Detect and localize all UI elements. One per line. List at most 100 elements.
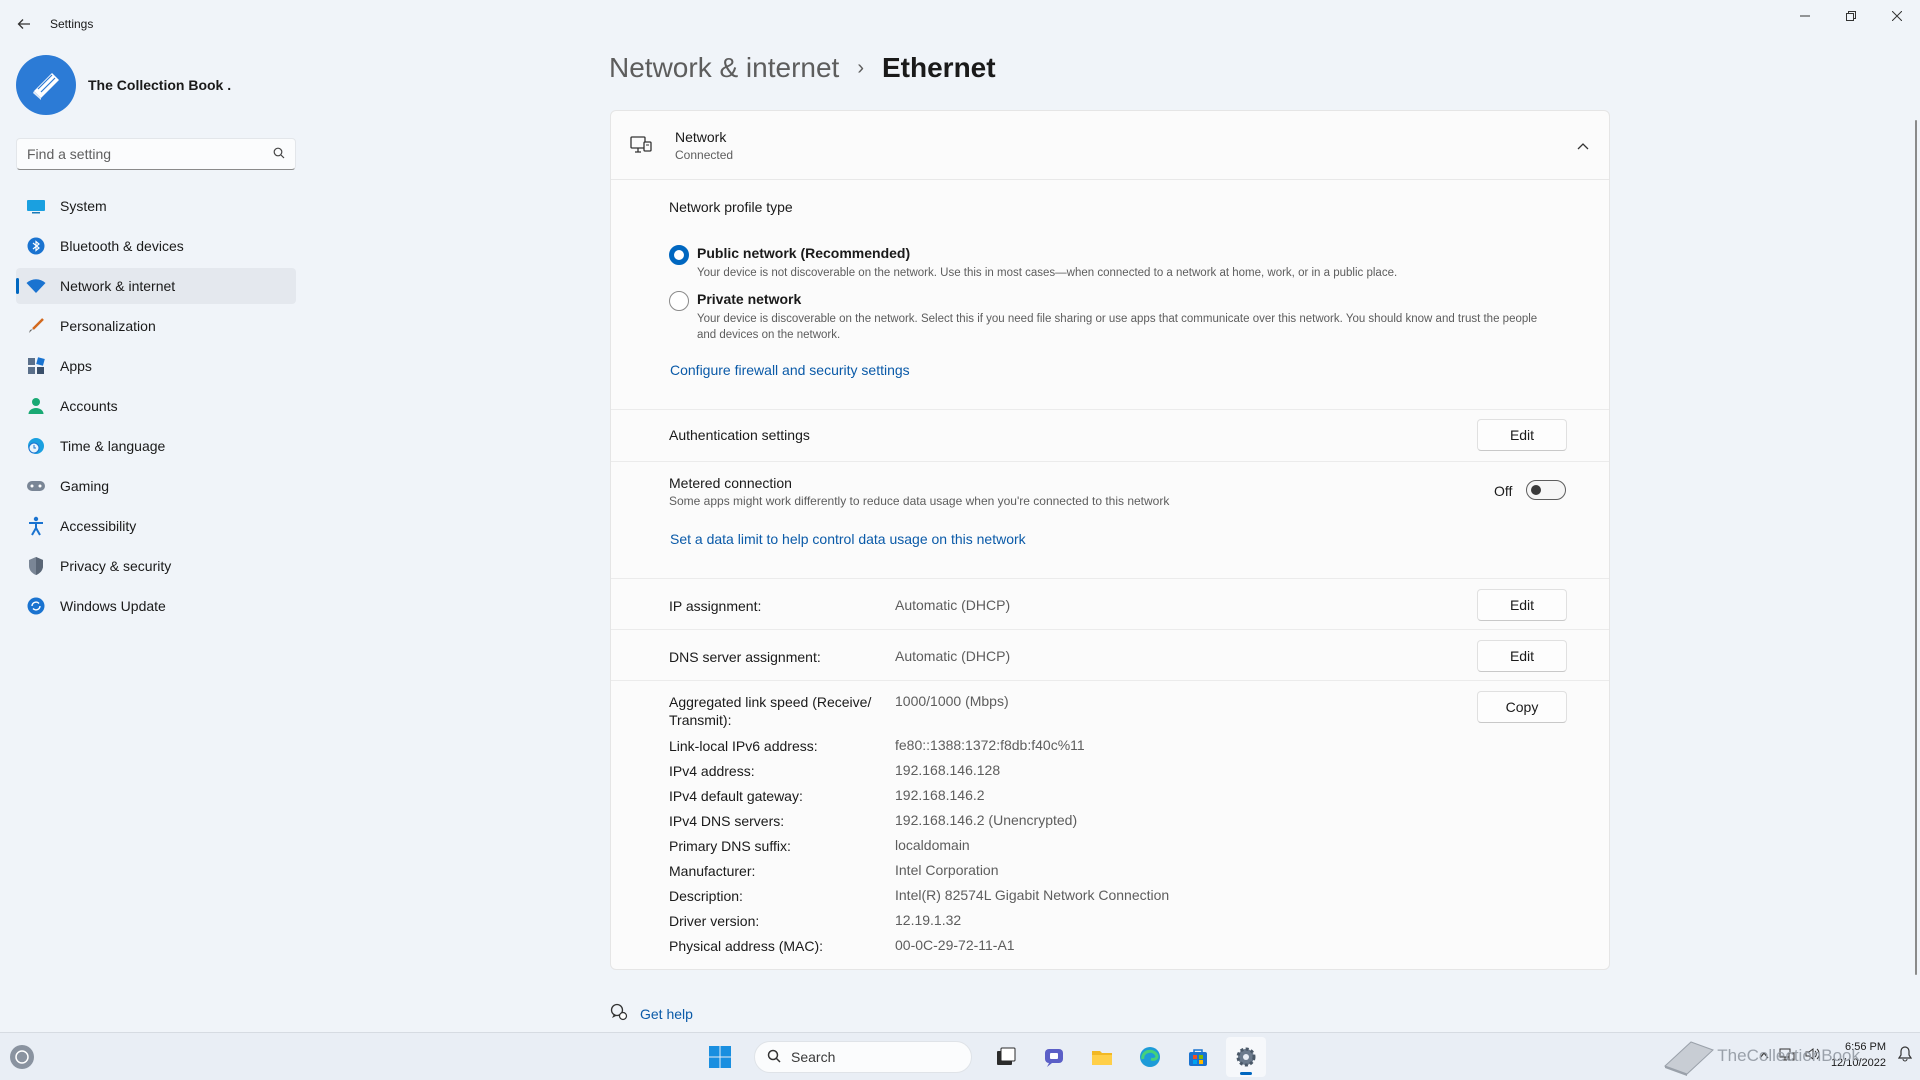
prop-label: Physical address (MAC): bbox=[669, 938, 824, 954]
nav-item-system[interactable]: System bbox=[16, 188, 296, 224]
prop-value: 1000/1000 (Mbps) bbox=[895, 693, 1009, 709]
edge-icon bbox=[1140, 1047, 1160, 1067]
clock-globe-icon bbox=[26, 436, 46, 456]
nav-item-gaming[interactable]: Gaming bbox=[16, 468, 296, 504]
divider bbox=[611, 461, 1609, 462]
prop-value: Intel Corporation bbox=[895, 862, 999, 878]
divider bbox=[611, 629, 1609, 630]
prop-value: 00-0C-29-72-11-A1 bbox=[895, 937, 1015, 953]
dns-assignment-label: DNS server assignment: bbox=[669, 649, 821, 665]
ip-edit-button[interactable]: Edit bbox=[1477, 589, 1567, 621]
monitor-icon bbox=[26, 196, 46, 216]
nav-item-time-language[interactable]: Time & language bbox=[16, 428, 296, 464]
nav-label: Accounts bbox=[60, 398, 118, 414]
prop-label: Aggregated link speed (Receive/ Transmit… bbox=[669, 694, 872, 728]
nav-item-privacy[interactable]: Privacy & security bbox=[16, 548, 296, 584]
network-title: Network bbox=[675, 128, 727, 145]
gamepad-icon bbox=[26, 476, 46, 496]
nav-label: Personalization bbox=[60, 318, 156, 334]
nav-item-bluetooth[interactable]: Bluetooth & devices bbox=[16, 228, 296, 264]
public-network-title: Public network (Recommended) bbox=[697, 245, 911, 261]
metered-title: Metered connection bbox=[669, 475, 792, 491]
nav-item-apps[interactable]: Apps bbox=[16, 348, 296, 384]
nav-item-accessibility[interactable]: Accessibility bbox=[16, 508, 296, 544]
breadcrumb: Network & internet › Ethernet bbox=[609, 52, 996, 84]
public-network-radio[interactable] bbox=[669, 245, 689, 265]
wifi-icon bbox=[26, 276, 46, 296]
metered-desc: Some apps might work differently to redu… bbox=[669, 494, 1170, 508]
user-profile[interactable]: The Collection Book . bbox=[0, 48, 310, 124]
accessibility-icon bbox=[26, 516, 46, 536]
taskbar-search[interactable]: Search bbox=[754, 1041, 972, 1073]
public-network-option[interactable]: Public network (Recommended) Your device… bbox=[669, 245, 1557, 281]
shield-icon bbox=[26, 556, 46, 576]
page-title: Ethernet bbox=[882, 52, 996, 83]
prop-value: 192.168.146.2 (Unencrypted) bbox=[895, 812, 1078, 828]
search-icon bbox=[767, 1049, 781, 1066]
copy-button[interactable]: Copy bbox=[1477, 691, 1567, 723]
search-icon bbox=[273, 147, 285, 162]
nav-label: Privacy & security bbox=[60, 558, 172, 574]
nav-label: Bluetooth & devices bbox=[60, 238, 184, 254]
gear-icon bbox=[1236, 1047, 1256, 1067]
settings-search[interactable] bbox=[16, 138, 296, 170]
edge-button[interactable] bbox=[1130, 1037, 1170, 1077]
prop-label: Primary DNS suffix: bbox=[669, 838, 791, 854]
restore-button[interactable] bbox=[1828, 0, 1874, 32]
weather-icon[interactable] bbox=[10, 1045, 34, 1069]
person-icon bbox=[26, 396, 46, 416]
private-network-option[interactable]: Private network Your device is discovera… bbox=[669, 291, 1557, 343]
folder-icon bbox=[1092, 1051, 1112, 1065]
windows-logo-icon bbox=[709, 1046, 731, 1068]
prop-value: 192.168.146.2 bbox=[895, 787, 985, 803]
metered-toggle[interactable] bbox=[1526, 480, 1566, 500]
book-logo-icon bbox=[33, 73, 59, 100]
auth-settings-label: Authentication settings bbox=[669, 427, 810, 443]
task-view-button[interactable] bbox=[986, 1037, 1026, 1077]
breadcrumb-parent[interactable]: Network & internet bbox=[609, 52, 839, 84]
firewall-settings-link[interactable]: Configure firewall and security settings bbox=[670, 362, 910, 378]
notification-bell-icon[interactable] bbox=[1897, 1045, 1913, 1065]
nav-item-windows-update[interactable]: Windows Update bbox=[16, 588, 296, 624]
prop-label: Driver version: bbox=[669, 913, 760, 929]
private-network-radio[interactable] bbox=[669, 291, 689, 311]
data-limit-link[interactable]: Set a data limit to help control data us… bbox=[670, 531, 1026, 547]
teams-chat-button[interactable] bbox=[1034, 1037, 1074, 1077]
nav-label: Windows Update bbox=[60, 598, 166, 614]
scrollbar[interactable] bbox=[1915, 120, 1917, 975]
watermark: TheCollectionBook bbox=[1661, 1036, 1860, 1076]
network-card-header[interactable]: Network Connected bbox=[611, 111, 1609, 180]
book-watermark-icon bbox=[1664, 1041, 1715, 1076]
auth-edit-button[interactable]: Edit bbox=[1477, 419, 1567, 451]
divider bbox=[611, 680, 1609, 681]
file-explorer-button[interactable] bbox=[1082, 1037, 1122, 1077]
ip-assignment-label: IP assignment: bbox=[669, 598, 762, 614]
private-network-title: Private network bbox=[697, 291, 802, 307]
watermark-text: TheCollectionBook bbox=[1717, 1046, 1860, 1065]
title-bar: Settings bbox=[0, 0, 1920, 48]
start-button[interactable] bbox=[700, 1037, 740, 1077]
ethernet-icon bbox=[630, 136, 652, 153]
ip-assignment-value: Automatic (DHCP) bbox=[895, 597, 1011, 613]
nav-item-accounts[interactable]: Accounts bbox=[16, 388, 296, 424]
nav-label: Accessibility bbox=[60, 518, 137, 534]
toggle-knob bbox=[1531, 485, 1541, 495]
nav-item-network[interactable]: Network & internet bbox=[16, 268, 296, 304]
nav-label: Network & internet bbox=[60, 278, 176, 294]
dns-edit-button[interactable]: Edit bbox=[1477, 640, 1567, 672]
prop-label: Link-local IPv6 address: bbox=[669, 738, 818, 754]
minimize-button[interactable] bbox=[1782, 0, 1828, 32]
store-button[interactable] bbox=[1178, 1037, 1218, 1077]
nav-label: Gaming bbox=[60, 478, 110, 494]
divider bbox=[611, 409, 1609, 410]
prop-label: IPv4 address: bbox=[669, 763, 755, 779]
chevron-up-icon[interactable] bbox=[1577, 137, 1589, 153]
close-button[interactable] bbox=[1874, 0, 1920, 32]
search-input[interactable] bbox=[27, 146, 273, 162]
get-help-link[interactable]: Get help bbox=[610, 1003, 693, 1024]
settings-app-button[interactable] bbox=[1226, 1037, 1266, 1077]
nav-item-personalization[interactable]: Personalization bbox=[16, 308, 296, 344]
task-view-icon bbox=[997, 1047, 1016, 1065]
network-card: Network Connected Network profile type P… bbox=[610, 110, 1610, 970]
back-button[interactable] bbox=[0, 0, 48, 48]
